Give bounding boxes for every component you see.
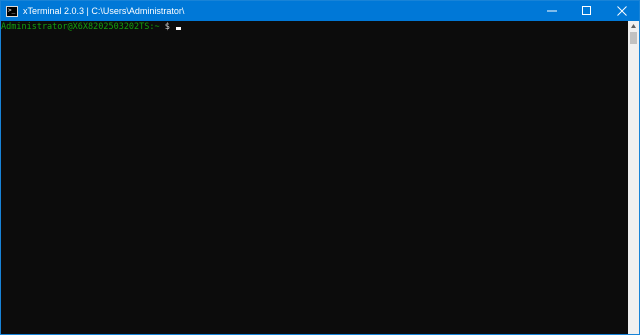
title-bar[interactable]: >_ xTerminal 2.0.3 | C:\Users\Administra… [1,1,639,21]
terminal-prompt-icon: >_ [6,5,18,17]
terminal-window: >_ xTerminal 2.0.3 | C:\Users\Administra… [0,0,640,335]
vertical-scrollbar[interactable] [628,21,639,334]
scrollbar-thumb[interactable] [630,32,637,44]
minimize-button[interactable] [534,1,569,21]
chevron-up-icon [631,24,636,28]
window-controls [534,1,639,21]
minimize-icon [546,10,557,12]
prompt-user-host: Administrator@X6X8202503202TS:~ [1,22,160,32]
window-title: xTerminal 2.0.3 | C:\Users\Administrator… [23,6,185,16]
text-cursor [176,27,181,30]
maximize-icon [581,6,591,15]
maximize-button[interactable] [569,1,604,21]
scroll-up-button[interactable] [628,21,639,31]
terminal-output[interactable]: Administrator@X6X8202503202TS:~ $ [1,21,628,334]
prompt-line: Administrator@X6X8202503202TS:~ $ [1,21,628,33]
close-button[interactable] [604,1,639,21]
prompt-symbol: $ [159,22,175,32]
close-icon [616,6,627,16]
terminal-prompt-glyph: >_ [8,6,16,14]
